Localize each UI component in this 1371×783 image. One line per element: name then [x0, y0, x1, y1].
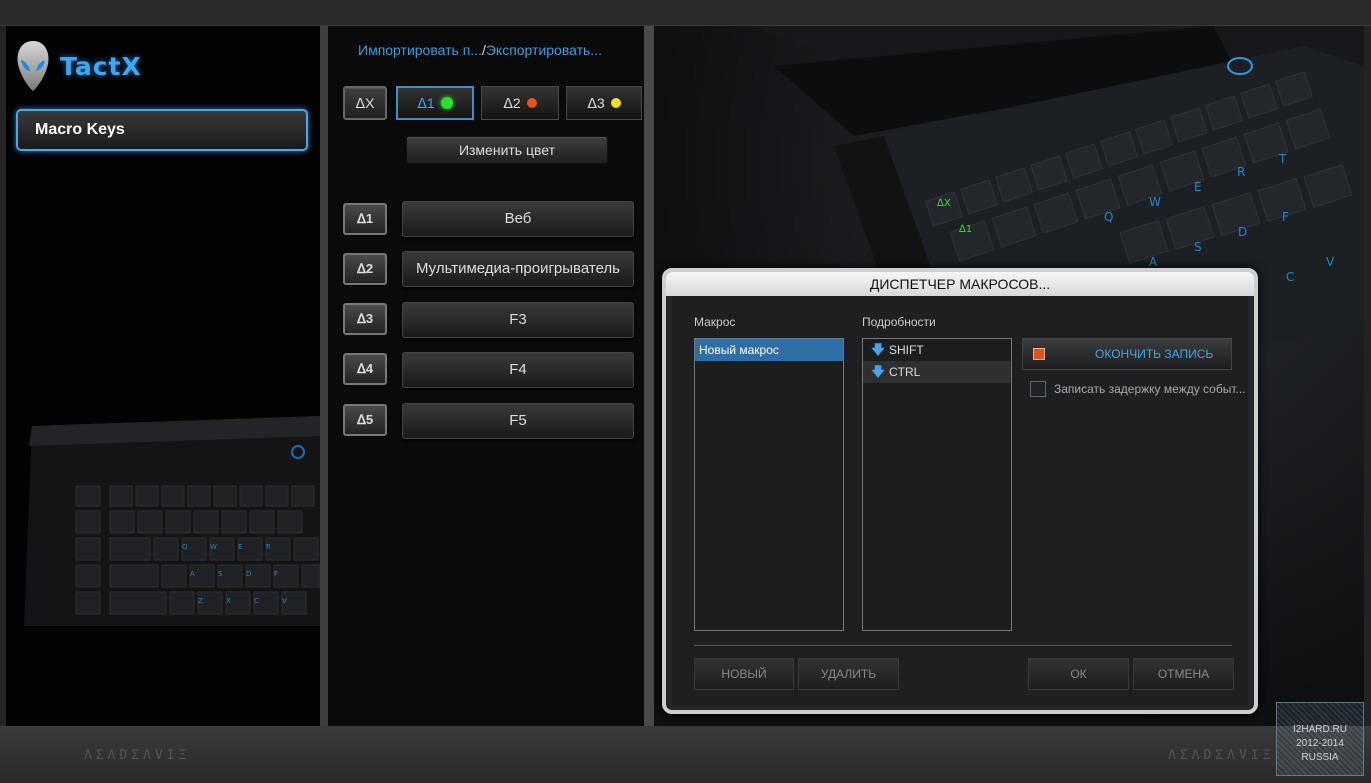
macro-manager-dialog: ДИСПЕТЧЕР МАКРОСОВ... Макрос Подробности… [662, 268, 1258, 714]
import-link[interactable]: Импортировать п... [358, 42, 482, 58]
svg-text:Z: Z [198, 597, 203, 605]
svg-text:W: W [210, 543, 217, 551]
svg-text:F: F [274, 570, 278, 578]
profile-color-dot [610, 98, 621, 108]
svg-text:D: D [246, 570, 251, 578]
svg-text:F: F [1282, 210, 1289, 224]
watermark-line: RUSSIA [1301, 752, 1339, 763]
export-link[interactable]: Экспортировать... [486, 42, 602, 58]
ok-button[interactable]: ОК [1028, 658, 1129, 690]
svg-text:R: R [1237, 165, 1245, 179]
footer-brand-left: ΛΣΛDΣΛVΙΞ [84, 748, 191, 763]
svg-text:C: C [1286, 270, 1294, 284]
detail-key-label: CTRL [889, 365, 921, 379]
footer-brand-right: ΛΣΛDΣΛVΙΞ [1168, 748, 1275, 763]
macro-key-icon-1: ᐃ1 [343, 203, 387, 235]
svg-text:E: E [1194, 180, 1202, 194]
macro-keys-button[interactable]: Macro Keys [16, 109, 308, 151]
macro-key-assignment-2[interactable]: Мультимедиа-проигрыватель [402, 251, 634, 287]
profile-color-dot [526, 98, 537, 108]
svg-text:Q: Q [182, 543, 188, 551]
dialog-title: ДИСПЕТЧЕР МАКРОСОВ... [666, 272, 1254, 296]
macro-key-assignment-4[interactable]: F4 [402, 352, 634, 388]
watermark-line: 2012-2014 [1296, 738, 1344, 749]
detail-key-label: SHIFT [889, 343, 924, 357]
profile-tab-2[interactable]: ᐃ2 [481, 86, 559, 120]
profile-tab-label: ᐃ2 [503, 94, 521, 111]
svg-text:X: X [226, 597, 231, 605]
svg-text:ᐃ1: ᐃ1 [959, 224, 972, 235]
svg-text:C: C [254, 597, 259, 605]
details-list[interactable]: 🡇 SHIFT 🡇 CTRL [862, 338, 1012, 631]
svg-text:Q: Q [1104, 210, 1113, 224]
svg-text:S: S [218, 570, 223, 578]
footer-bar: ΛΣΛDΣΛVΙΞ ΛΣΛDΣΛVΙΞ [0, 726, 1371, 783]
macro-key-icon-2: ᐃ2 [343, 253, 387, 285]
profile-color-dot [440, 97, 453, 109]
svg-text:V: V [1326, 255, 1335, 269]
record-stop-icon [1033, 348, 1045, 360]
svg-text:A: A [1149, 255, 1158, 269]
title-bar [0, 0, 1371, 26]
new-macro-button[interactable]: НОВЫЙ [694, 658, 794, 690]
macro-key-icon-3: ᐃ3 [343, 303, 387, 335]
watermark-stamp: I2HARD.RU 2012-2014 RUSSIA [1276, 702, 1364, 776]
panel-divider [320, 26, 328, 726]
macro-list[interactable]: Новый макрос [694, 338, 844, 631]
alien-head-icon [17, 41, 49, 91]
macro-key-assignment-1[interactable]: Веб [402, 201, 634, 237]
key-down-arrow-icon: 🡇 [871, 364, 885, 379]
detail-list-item[interactable]: 🡇 CTRL [863, 361, 1011, 383]
sidebar: TactX Macro Keys Q W E R A S D F Z X C V [6, 26, 320, 726]
svg-text:A: A [190, 570, 195, 578]
delete-macro-button[interactable]: УДАЛИТЬ [798, 658, 899, 690]
macro-list-item[interactable]: Новый макрос [695, 339, 843, 361]
macro-keys-panel: Импортировать п.../Экспортировать... ᐃX … [328, 26, 644, 726]
dialog-separator [694, 645, 1232, 646]
app-window: TactX Macro Keys Q W E R A S D F Z X C V Импортир… [0, 0, 1371, 783]
profile-tab-label: ᐃ3 [587, 94, 605, 111]
svg-text:E: E [238, 543, 242, 551]
import-export-bar: Импортировать п.../Экспортировать... [358, 42, 602, 58]
svg-text:T: T [1278, 152, 1287, 166]
app-logo: TactX [16, 40, 142, 92]
svg-text:D: D [1238, 225, 1247, 239]
record-delay-checkbox[interactable] [1030, 381, 1046, 397]
watermark-line: I2HARD.RU [1293, 724, 1347, 735]
profile-tab-3[interactable]: ᐃ3 [566, 86, 642, 120]
macro-key-icon-5: ᐃ5 [343, 404, 387, 436]
key-down-arrow-icon: 🡇 [871, 342, 885, 357]
stop-recording-label: ОКОНЧИТЬ ЗАПИСЬ [1095, 347, 1214, 361]
dialog-body: Макрос Подробности Новый макрос 🡇 SHIFT … [672, 296, 1248, 706]
mx-profile-button[interactable]: ᐃX [343, 86, 387, 120]
stop-recording-button[interactable]: ОКОНЧИТЬ ЗАПИСЬ [1022, 338, 1232, 370]
svg-text:R: R [266, 543, 271, 551]
svg-text:W: W [1149, 195, 1161, 209]
macro-list-header: Макрос [694, 315, 736, 329]
svg-text:V: V [282, 597, 287, 605]
macro-key-assignment-3[interactable]: F3 [402, 302, 634, 338]
macro-key-icon-4: ᐃ4 [343, 353, 387, 385]
brand-name: TactX [60, 51, 142, 81]
keyboard-illustration: Q W E R A S D F Z X C V [24, 416, 320, 626]
svg-text:ᐃX: ᐃX [937, 198, 951, 209]
panel-divider [644, 26, 654, 726]
record-delay-label: Записать задержку между событ... [1054, 382, 1246, 396]
cancel-button[interactable]: ОТМЕНА [1133, 658, 1234, 690]
profile-tab-1[interactable]: ᐃ1 [396, 86, 474, 120]
details-list-header: Подробности [862, 315, 936, 329]
macro-key-assignment-5[interactable]: F5 [402, 403, 634, 439]
svg-text:S: S [1194, 240, 1202, 254]
detail-list-item[interactable]: 🡇 SHIFT [863, 339, 1011, 361]
profile-tab-label: ᐃ1 [417, 94, 435, 111]
change-color-button[interactable]: Изменить цвет [406, 136, 608, 164]
